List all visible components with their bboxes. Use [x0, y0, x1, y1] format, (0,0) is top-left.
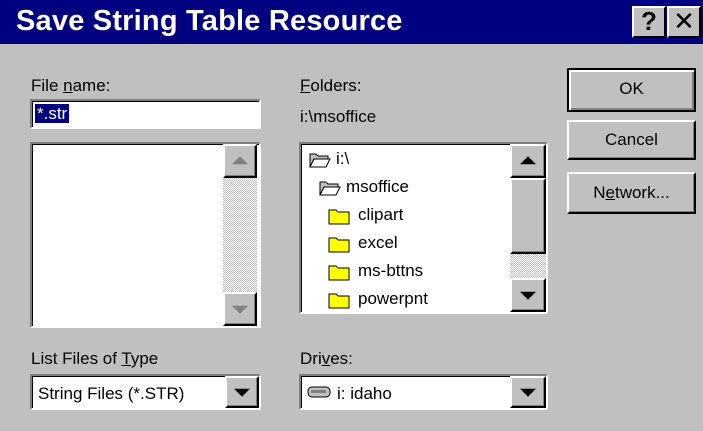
folder-icon — [328, 237, 350, 253]
file-list[interactable] — [30, 142, 261, 328]
arrow-down-icon — [520, 291, 536, 300]
arrow-down-icon — [232, 305, 248, 314]
file-name-label: File name: — [31, 76, 111, 95]
file-list-scroll-track[interactable] — [223, 178, 257, 292]
file-type-select[interactable]: String Files (*.STR) — [30, 374, 261, 410]
folder-list-scroll-thumb[interactable] — [510, 178, 546, 254]
folder-item-label: powerpnt — [358, 289, 428, 308]
drives-label: Drives: — [300, 349, 353, 368]
file-list-scroll-down-button[interactable] — [223, 292, 257, 326]
arrow-up-icon — [520, 156, 536, 165]
close-button[interactable]: ✕ — [667, 6, 701, 38]
folder-list-scroll-track[interactable] — [510, 254, 546, 278]
help-button[interactable]: ? — [632, 6, 666, 38]
cancel-button[interactable]: Cancel — [567, 120, 696, 160]
window-title: Save String Table Resource — [16, 5, 403, 37]
file-name-value: *.str — [35, 104, 70, 123]
folder-item-label: ms-bttns — [358, 261, 424, 280]
open-folder-icon — [309, 153, 331, 168]
folder-item-label: i:\ — [336, 149, 350, 168]
drives-dropdown-button[interactable] — [510, 376, 546, 408]
file-type-dropdown-button[interactable] — [225, 376, 259, 408]
file-list-scroll-up-button[interactable] — [223, 144, 257, 178]
file-type-value: String Files (*.STR) — [38, 384, 185, 403]
drive-icon — [307, 386, 331, 398]
chevron-down-icon — [234, 388, 250, 397]
chevron-down-icon — [520, 388, 536, 397]
folder-item-label: clipart — [358, 205, 404, 224]
open-folder-icon — [319, 181, 341, 196]
folder-item-label: msoffice — [346, 177, 409, 196]
file-type-label: List Files of Type — [31, 349, 159, 368]
folder-list-scrollbar[interactable] — [510, 144, 546, 312]
file-name-input[interactable]: *.str — [30, 99, 261, 129]
folder-list-scroll-down-button[interactable] — [510, 278, 546, 312]
network-button[interactable]: Network... — [567, 172, 696, 214]
folders-label: Folders: — [300, 76, 362, 95]
file-list-scrollbar[interactable] — [223, 144, 257, 326]
folder-item-label: excel — [358, 233, 398, 252]
title-bar[interactable]: Save String Table Resource ? ✕ — [0, 0, 703, 44]
drives-select[interactable]: i: idaho — [299, 374, 548, 410]
folder-list-scroll-up-button[interactable] — [510, 144, 546, 178]
folder-icon — [328, 293, 350, 309]
ok-button[interactable]: OK — [567, 68, 696, 112]
folder-icon — [328, 265, 350, 281]
drives-value: i: idaho — [337, 384, 392, 403]
arrow-up-icon — [232, 156, 248, 165]
folder-icon — [328, 209, 350, 225]
folder-list[interactable]: i:\ msoffice clipart excel ms-bttns powe… — [299, 142, 548, 314]
current-folder-path: i:\msoffice — [300, 107, 377, 126]
